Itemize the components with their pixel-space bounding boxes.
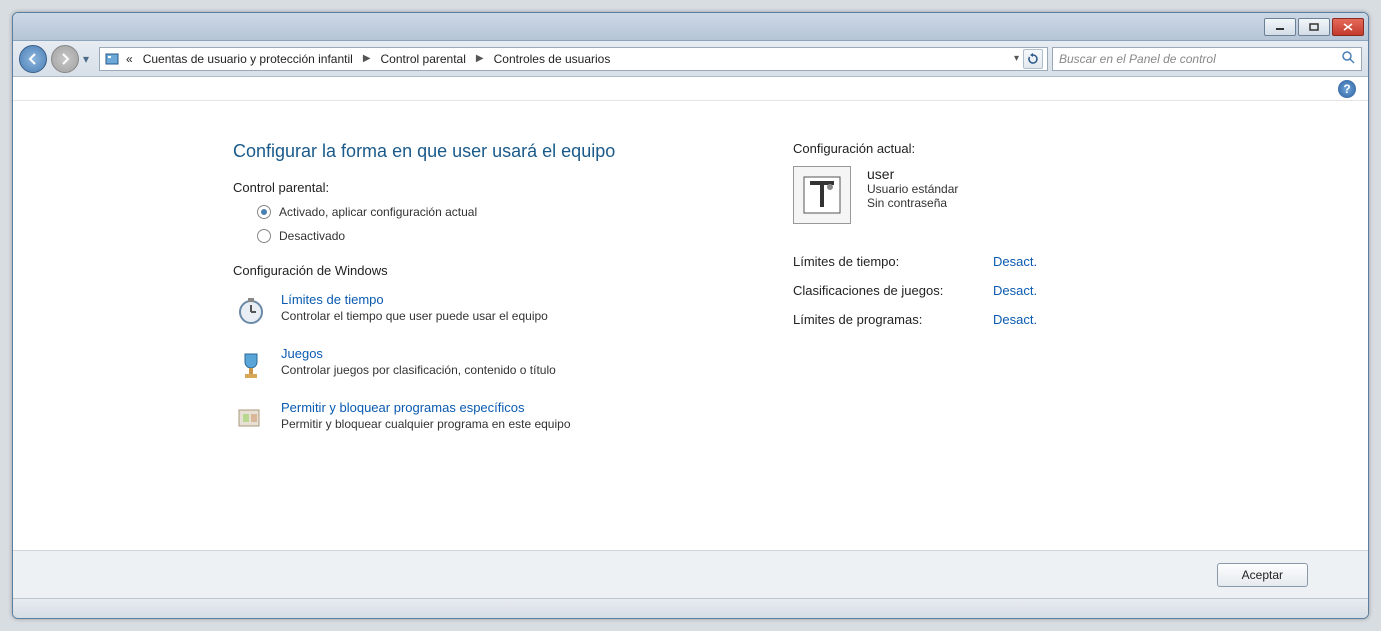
- user-name: user: [867, 166, 958, 182]
- user-avatar: [793, 166, 851, 224]
- settings-column: Configurar la forma en que user usará el…: [233, 141, 753, 454]
- radio-deactivated[interactable]: Desactivado: [257, 229, 753, 243]
- parental-radio-group: Activado, aplicar configuración actual D…: [257, 205, 753, 243]
- windows-config-label: Configuración de Windows: [233, 263, 753, 278]
- status-label: Límites de programas:: [793, 312, 993, 327]
- status-program-limits: Límites de programas: Desact.: [793, 312, 1173, 327]
- search-icon: [1341, 50, 1355, 67]
- current-config-label: Configuración actual:: [793, 141, 1173, 156]
- breadcrumb-prefix: «: [122, 50, 137, 68]
- chevron-right-icon: ▶: [472, 53, 488, 64]
- maximize-button[interactable]: [1298, 18, 1330, 36]
- breadcrumb-item[interactable]: Controles de usuarios: [490, 50, 615, 68]
- help-button[interactable]: ?: [1338, 80, 1356, 98]
- user-password-status: Sin contraseña: [867, 196, 958, 210]
- parental-control-label: Control parental:: [233, 180, 753, 195]
- time-limits-desc: Controlar el tiempo que user puede usar …: [281, 309, 548, 323]
- dialog-footer: Aceptar: [13, 550, 1368, 598]
- status-value-link[interactable]: Desact.: [993, 312, 1037, 327]
- forward-button[interactable]: [51, 45, 79, 73]
- time-limits-row: Límites de tiempo Controlar el tiempo qu…: [233, 292, 753, 328]
- user-block: user Usuario estándar Sin contraseña: [793, 166, 1173, 224]
- control-panel-window: ▾ « Cuentas de usuario y protección infa…: [12, 12, 1369, 619]
- radio-label: Activado, aplicar configuración actual: [279, 205, 477, 219]
- address-dropdown[interactable]: ▾: [1014, 53, 1019, 64]
- status-label: Límites de tiempo:: [793, 254, 993, 269]
- radio-activated[interactable]: Activado, aplicar configuración actual: [257, 205, 753, 219]
- time-limits-link[interactable]: Límites de tiempo: [281, 292, 548, 307]
- games-row: Juegos Controlar juegos por clasificació…: [233, 346, 753, 382]
- clock-icon: [233, 292, 269, 328]
- radio-icon: [257, 205, 271, 219]
- history-dropdown[interactable]: ▾: [83, 52, 95, 66]
- programs-row: Permitir y bloquear programas específico…: [233, 400, 753, 436]
- control-panel-icon: [104, 51, 120, 67]
- content-area: Configurar la forma en que user usará el…: [13, 101, 1368, 550]
- close-button[interactable]: [1332, 18, 1364, 36]
- games-link[interactable]: Juegos: [281, 346, 556, 361]
- status-game-ratings: Clasificaciones de juegos: Desact.: [793, 283, 1173, 298]
- breadcrumb-item[interactable]: Cuentas de usuario y protección infantil: [139, 50, 357, 68]
- status-value-link[interactable]: Desact.: [993, 283, 1037, 298]
- refresh-button[interactable]: [1023, 49, 1043, 69]
- trophy-icon: [233, 346, 269, 382]
- status-column: Configuración actual: user Usuario están…: [793, 141, 1173, 454]
- address-bar[interactable]: « Cuentas de usuario y protección infant…: [99, 47, 1048, 71]
- games-desc: Controlar juegos por clasificación, cont…: [281, 363, 556, 377]
- status-value-link[interactable]: Desact.: [993, 254, 1037, 269]
- back-button[interactable]: [19, 45, 47, 73]
- chevron-right-icon: ▶: [359, 53, 375, 64]
- search-input[interactable]: Buscar en el Panel de control: [1052, 47, 1362, 71]
- breadcrumb-item[interactable]: Control parental: [377, 50, 470, 68]
- accept-button[interactable]: Aceptar: [1217, 563, 1308, 587]
- radio-icon: [257, 229, 271, 243]
- minimize-button[interactable]: [1264, 18, 1296, 36]
- status-label: Clasificaciones de juegos:: [793, 283, 993, 298]
- page-title: Configurar la forma en que user usará el…: [233, 141, 753, 162]
- programs-link[interactable]: Permitir y bloquear programas específico…: [281, 400, 571, 415]
- toolbar: ?: [13, 77, 1368, 101]
- titlebar: [13, 13, 1368, 41]
- statusbar: [13, 598, 1368, 618]
- programs-icon: [233, 400, 269, 436]
- search-placeholder: Buscar en el Panel de control: [1059, 52, 1216, 66]
- programs-desc: Permitir y bloquear cualquier programa e…: [281, 417, 571, 431]
- navigation-bar: ▾ « Cuentas de usuario y protección infa…: [13, 41, 1368, 77]
- user-role: Usuario estándar: [867, 182, 958, 196]
- radio-label: Desactivado: [279, 229, 345, 243]
- status-time-limits: Límites de tiempo: Desact.: [793, 254, 1173, 269]
